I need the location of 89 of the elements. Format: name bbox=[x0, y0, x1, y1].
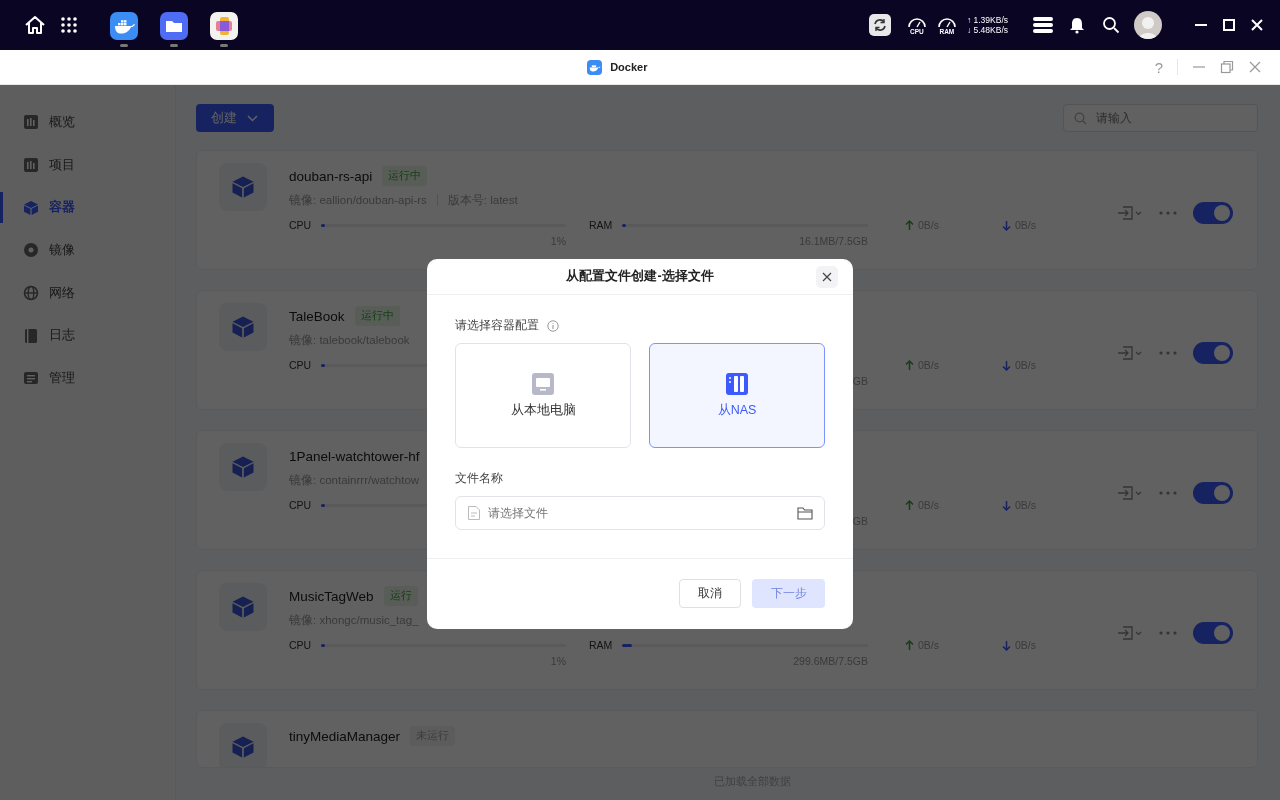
sync-icon[interactable] bbox=[868, 14, 891, 36]
toggle-switch[interactable] bbox=[1193, 622, 1233, 644]
help-button[interactable]: ? bbox=[1154, 58, 1163, 76]
status-badge: 运行中 bbox=[382, 166, 428, 186]
upload-arrow-icon bbox=[905, 359, 914, 371]
terminal-enter-icon[interactable] bbox=[1117, 625, 1143, 641]
toggle-switch[interactable] bbox=[1193, 342, 1233, 364]
terminal-enter-icon[interactable] bbox=[1117, 205, 1143, 221]
folder-app-icon[interactable] bbox=[160, 11, 188, 40]
upload-rate: ↑ 1.39KB/s bbox=[966, 15, 1008, 25]
chart-icon bbox=[23, 157, 39, 174]
cube-icon bbox=[231, 315, 255, 339]
window-title: Docker bbox=[610, 61, 648, 73]
metric-label: CPU bbox=[289, 639, 312, 651]
create-button[interactable]: 创建 bbox=[196, 104, 274, 132]
terminal-enter-icon[interactable] bbox=[1117, 345, 1143, 361]
search-icon bbox=[1074, 112, 1087, 125]
app-grid-icon[interactable] bbox=[60, 16, 78, 34]
close-button[interactable] bbox=[816, 265, 838, 288]
container-name: TaleBook bbox=[289, 308, 345, 324]
whale-app-icon[interactable] bbox=[110, 11, 138, 40]
download-rate: ↓ 5.48KB/s bbox=[966, 25, 1008, 35]
dialog-title: 从配置文件创建-选择文件 bbox=[566, 267, 714, 285]
toggle-switch[interactable] bbox=[1193, 482, 1233, 504]
sidebar-item[interactable]: 项目 bbox=[0, 143, 175, 187]
caret-icon bbox=[247, 114, 258, 122]
field-label: 请选择容器配置 bbox=[455, 317, 539, 334]
info-icon bbox=[547, 319, 559, 332]
container-name: douban-rs-api bbox=[289, 168, 373, 184]
download-arrow-icon bbox=[1002, 219, 1011, 231]
cube-icon bbox=[231, 175, 255, 199]
cube-icon bbox=[23, 199, 39, 216]
home-icon[interactable] bbox=[24, 15, 46, 35]
sidebar-item[interactable]: 管理 bbox=[0, 357, 175, 400]
chart-icon bbox=[23, 114, 39, 131]
sidebar-item[interactable]: 概览 bbox=[0, 101, 175, 144]
download-arrow-icon bbox=[1002, 499, 1011, 511]
cube-icon bbox=[231, 735, 255, 759]
field-label: 文件名称 bbox=[455, 470, 503, 487]
document-icon bbox=[467, 504, 481, 521]
cancel-button[interactable]: 取消 bbox=[679, 578, 741, 608]
disc-icon bbox=[23, 242, 39, 259]
close-icon bbox=[822, 271, 832, 282]
list-icon bbox=[23, 370, 39, 387]
file-field[interactable]: 请选择文件 bbox=[455, 495, 825, 530]
sidebar-item[interactable]: 容器 bbox=[0, 186, 175, 230]
upload-arrow-icon bbox=[905, 219, 914, 231]
toggle-switch[interactable] bbox=[1193, 202, 1233, 224]
download-arrow-icon bbox=[1002, 359, 1011, 371]
gauge-icon bbox=[906, 15, 927, 28]
book-icon bbox=[23, 327, 39, 344]
more-icon[interactable] bbox=[1159, 631, 1177, 635]
more-icon[interactable] bbox=[1159, 211, 1177, 215]
maximize-icon[interactable] bbox=[1222, 18, 1236, 32]
sidebar-item[interactable]: 镜像 bbox=[0, 229, 175, 272]
container-name: tinyMediaManager bbox=[289, 728, 401, 744]
bell-icon[interactable] bbox=[1068, 16, 1086, 34]
sidebar-item[interactable]: 日志 bbox=[0, 314, 175, 358]
source-option[interactable]: 从本地电脑 bbox=[455, 342, 631, 448]
metric-label: CPU bbox=[289, 219, 312, 231]
metric-label: CPU bbox=[289, 499, 312, 511]
restore-icon[interactable] bbox=[1220, 60, 1234, 74]
globe-icon bbox=[23, 285, 39, 302]
metric-label: RAM bbox=[589, 639, 613, 651]
server-icon bbox=[725, 371, 749, 396]
status-badge: 运行 bbox=[383, 586, 418, 606]
cube-icon bbox=[231, 455, 255, 479]
sidebar-item[interactable]: 网络 bbox=[0, 271, 175, 315]
more-icon[interactable] bbox=[1159, 351, 1177, 355]
metric-label: RAM bbox=[589, 219, 613, 231]
folder-icon[interactable] bbox=[797, 505, 813, 520]
monitor-icon bbox=[531, 371, 555, 396]
status-badge: 运行中 bbox=[354, 306, 400, 326]
terminal-enter-icon[interactable] bbox=[1117, 485, 1143, 501]
whale-app-icon bbox=[587, 59, 603, 75]
container-name: 1Panel-watchtower-hf bbox=[289, 448, 420, 464]
server-stack-icon[interactable] bbox=[1032, 16, 1054, 34]
cube-icon bbox=[231, 595, 255, 619]
metric-label: CPU bbox=[289, 359, 312, 371]
search-icon[interactable] bbox=[1102, 16, 1120, 34]
photos-app-icon[interactable] bbox=[210, 11, 238, 40]
gauge-icon bbox=[936, 15, 957, 28]
user-avatar[interactable] bbox=[1134, 11, 1162, 39]
upload-arrow-icon bbox=[905, 499, 914, 511]
download-arrow-icon bbox=[1002, 639, 1011, 651]
source-option[interactable]: 从NAS bbox=[649, 342, 825, 448]
more-icon[interactable] bbox=[1159, 491, 1177, 495]
container-name: MusicTagWeb bbox=[289, 588, 374, 604]
upload-arrow-icon bbox=[905, 639, 914, 651]
